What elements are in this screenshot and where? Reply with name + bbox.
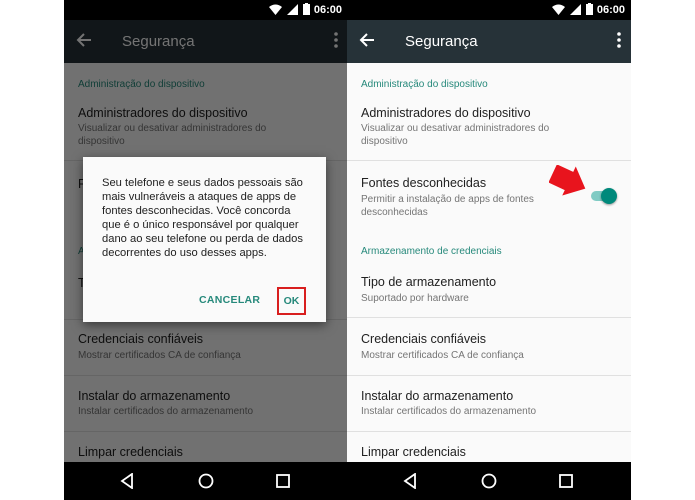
battery-icon bbox=[586, 3, 593, 15]
status-time: 06:00 bbox=[313, 4, 342, 16]
status-icons bbox=[552, 3, 593, 15]
ok-button[interactable]: OK bbox=[277, 287, 306, 315]
app-bar: Segurança bbox=[347, 20, 631, 63]
back-arrow-icon[interactable] bbox=[359, 32, 375, 48]
item-subtitle-storage-type: Suportado por hardware bbox=[361, 293, 469, 304]
nav-home-icon[interactable] bbox=[198, 473, 214, 489]
status-bar: 06:00 bbox=[347, 0, 631, 20]
battery-icon bbox=[303, 3, 310, 15]
section-header-device-admin: Administração do dispositivo bbox=[361, 79, 488, 90]
nav-home-icon[interactable] bbox=[481, 473, 497, 489]
status-icons bbox=[269, 3, 310, 15]
navigation-bar bbox=[347, 462, 631, 500]
divider bbox=[347, 431, 631, 432]
item-subtitle-device-admins: Visualizar ou desativar administradores … bbox=[361, 123, 550, 147]
item-title-clear-credentials[interactable]: Limpar credenciais bbox=[361, 445, 466, 459]
navigation-bar bbox=[64, 462, 348, 500]
item-subtitle-unknown-sources: Permitir a instalação de apps de fontes … bbox=[361, 194, 534, 218]
item-subtitle-install-from-storage: Instalar certificados do armazenamento bbox=[361, 406, 537, 417]
divider bbox=[347, 375, 631, 376]
unknown-sources-toggle[interactable] bbox=[591, 187, 617, 205]
red-arrow-icon bbox=[549, 165, 586, 196]
nav-recents-icon[interactable] bbox=[276, 474, 290, 488]
item-title-install-from-storage[interactable]: Instalar do armazenamento bbox=[361, 389, 513, 403]
status-time: 06:00 bbox=[596, 4, 625, 16]
signal-icon bbox=[287, 3, 298, 15]
signal-icon bbox=[570, 3, 581, 15]
item-title-trusted-credentials[interactable]: Credenciais confiáveis bbox=[361, 332, 486, 346]
item-title-storage-type[interactable]: Tipo de armazenamento bbox=[361, 275, 496, 289]
nav-back-icon[interactable] bbox=[120, 473, 134, 489]
wifi-icon bbox=[269, 4, 282, 15]
left-phone-screen: 06:00 Segurança Administração do disposi… bbox=[64, 0, 348, 500]
cancel-button[interactable]: CANCELAR bbox=[199, 294, 260, 306]
item-subtitle-trusted-credentials: Mostrar certificados CA de confiança bbox=[361, 350, 524, 361]
wifi-icon bbox=[552, 4, 565, 15]
page-title: Segurança bbox=[405, 33, 478, 50]
right-phone-screen: 06:00 Segurança Administração do disposi… bbox=[347, 0, 631, 500]
toggle-thumb bbox=[601, 188, 617, 204]
settings-list: Administração do dispositivo Administrad… bbox=[347, 63, 631, 462]
section-header-credentials: Armazenamento de credenciais bbox=[361, 246, 502, 257]
nav-recents-icon[interactable] bbox=[559, 474, 573, 488]
dialog-message: Seu telefone e seus dados pessoais são m… bbox=[102, 177, 303, 259]
unknown-sources-dialog: Seu telefone e seus dados pessoais são m… bbox=[83, 157, 326, 322]
status-bar: 06:00 bbox=[64, 0, 348, 20]
item-title-device-admins[interactable]: Administradores do dispositivo bbox=[361, 106, 531, 120]
divider bbox=[347, 160, 631, 161]
more-vert-icon[interactable] bbox=[617, 32, 621, 48]
nav-back-icon[interactable] bbox=[403, 473, 417, 489]
divider bbox=[347, 317, 631, 318]
item-title-unknown-sources[interactable]: Fontes desconhecidas bbox=[361, 176, 486, 190]
